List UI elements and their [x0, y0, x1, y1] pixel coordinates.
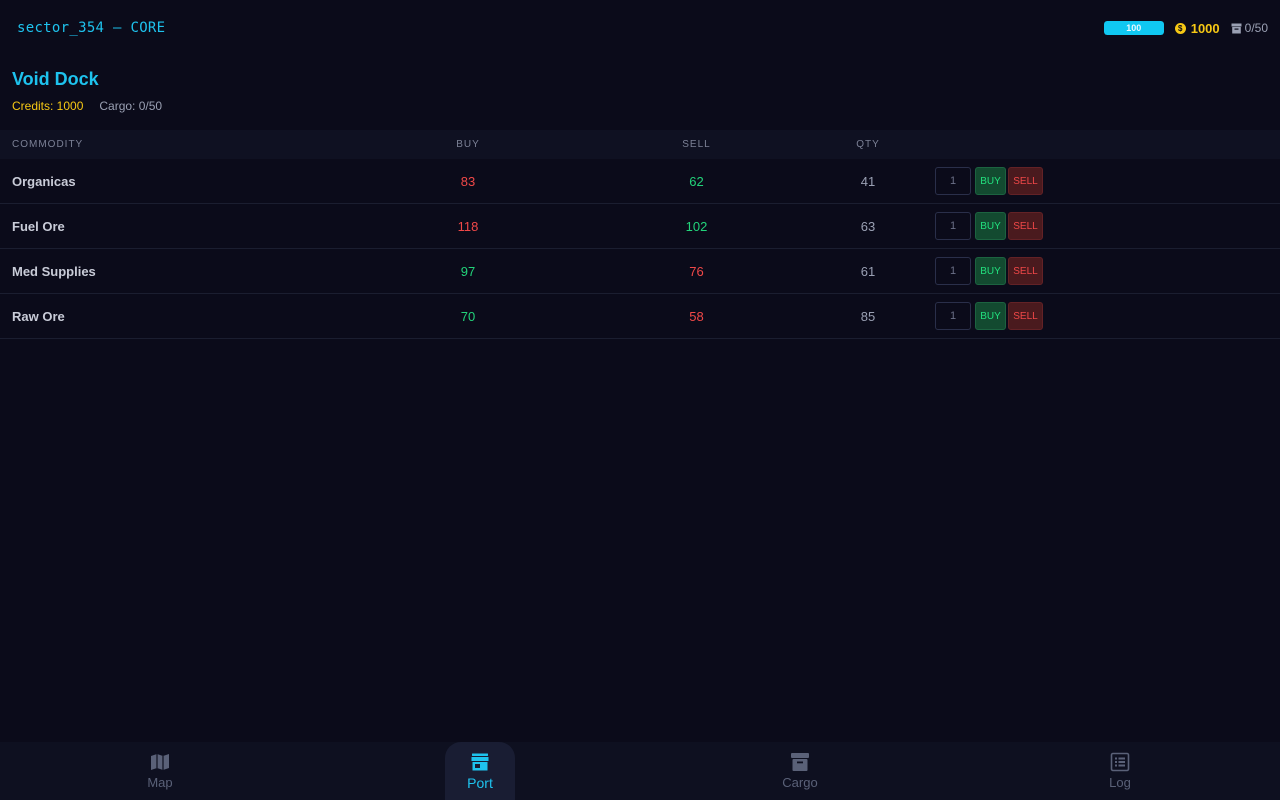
nav-label: Map [147, 775, 173, 790]
commodity-name: Med Supplies [12, 263, 96, 279]
cargo-display: 0/50 [1231, 21, 1268, 35]
quantity-input[interactable] [935, 302, 971, 330]
list-icon [1110, 752, 1130, 772]
trade-actions: BUY SELL [923, 212, 1043, 240]
sector-title: sector_354 — CORE [17, 20, 166, 36]
sell-button[interactable]: SELL [1008, 167, 1043, 195]
coin-icon: $ [1174, 22, 1186, 34]
nav-item-port[interactable]: Port [320, 742, 640, 800]
sell-price: 62 [689, 173, 704, 189]
status-group: 100 $ 1000 0/50 [1103, 20, 1268, 36]
cargo-value: 0/50 [1244, 21, 1268, 35]
buy-price: 97 [460, 263, 476, 279]
market-table: COMMODITY BUY SELL QTY Organicas 83 62 4… [0, 130, 1280, 339]
sell-price: 58 [689, 308, 704, 324]
nav-label: Cargo [782, 775, 818, 790]
commodity-name: Fuel Ore [12, 218, 65, 234]
nav-item-map[interactable]: Map [0, 742, 320, 800]
sell-price: 102 [685, 218, 708, 234]
station-meta: Credits: 1000 Cargo: 0/50 [12, 99, 162, 113]
store-icon [470, 752, 490, 772]
quantity-input[interactable] [935, 212, 971, 240]
stock-qty: 85 [860, 308, 876, 324]
table-row: Organicas 83 62 41 BUY SELL [0, 159, 1280, 204]
buy-price: 83 [460, 173, 476, 189]
column-header-qty: QTY [856, 139, 880, 150]
station-name: Void Dock [12, 69, 99, 89]
hull-bar: 100 [1103, 21, 1164, 35]
top-bar: sector_354 — CORE 100 $ 1000 0/50 [0, 0, 1280, 56]
table-row: Med Supplies 97 76 61 BUY SELL [0, 249, 1280, 294]
sell-button[interactable]: SELL [1008, 212, 1043, 240]
column-header-buy: BUY [456, 139, 480, 150]
stock-qty: 41 [860, 173, 876, 189]
archive-icon [790, 752, 810, 772]
nav-item-cargo[interactable]: Cargo [640, 742, 960, 800]
buy-button[interactable]: BUY [975, 257, 1006, 285]
column-header-sell: SELL [682, 139, 711, 150]
map-icon [150, 752, 170, 772]
station-cargo: Cargo: 0/50 [99, 99, 163, 113]
stock-qty: 63 [860, 218, 876, 234]
trade-actions: BUY SELL [923, 257, 1043, 285]
quantity-input[interactable] [935, 167, 971, 195]
bottom-nav: Map Port Cargo Log [0, 742, 1280, 800]
credits-display: $ 1000 [1174, 20, 1220, 36]
trade-actions: BUY SELL [923, 167, 1043, 195]
quantity-input[interactable] [935, 257, 971, 285]
table-row: Raw Ore 70 58 85 BUY SELL [0, 294, 1280, 339]
stock-qty: 61 [860, 263, 876, 279]
column-header-commodity: COMMODITY [12, 139, 84, 150]
buy-price: 118 [457, 218, 479, 234]
credits-value: 1000 [1190, 20, 1220, 36]
station-credits: Credits: 1000 [12, 99, 84, 113]
buy-button[interactable]: BUY [975, 167, 1006, 195]
sell-button[interactable]: SELL [1008, 302, 1043, 330]
nav-label: Log [1109, 775, 1131, 790]
commodity-name: Raw Ore [12, 308, 65, 324]
buy-button[interactable]: BUY [975, 212, 1006, 240]
archive-icon [1231, 23, 1242, 34]
nav-label: Port [467, 774, 493, 791]
sell-price: 76 [689, 263, 704, 279]
commodity-name: Organicas [12, 173, 76, 189]
table-row: Fuel Ore 118 102 63 BUY SELL [0, 204, 1280, 249]
buy-price: 70 [460, 308, 476, 324]
station-header: Void Dock Credits: 1000 Cargo: 0/50 [12, 69, 162, 113]
buy-button[interactable]: BUY [975, 302, 1006, 330]
sell-button[interactable]: SELL [1008, 257, 1043, 285]
hull-value: 100 [1126, 23, 1142, 33]
trade-actions: BUY SELL [923, 302, 1043, 330]
nav-item-log[interactable]: Log [960, 742, 1280, 800]
table-header: COMMODITY BUY SELL QTY [0, 130, 1280, 159]
